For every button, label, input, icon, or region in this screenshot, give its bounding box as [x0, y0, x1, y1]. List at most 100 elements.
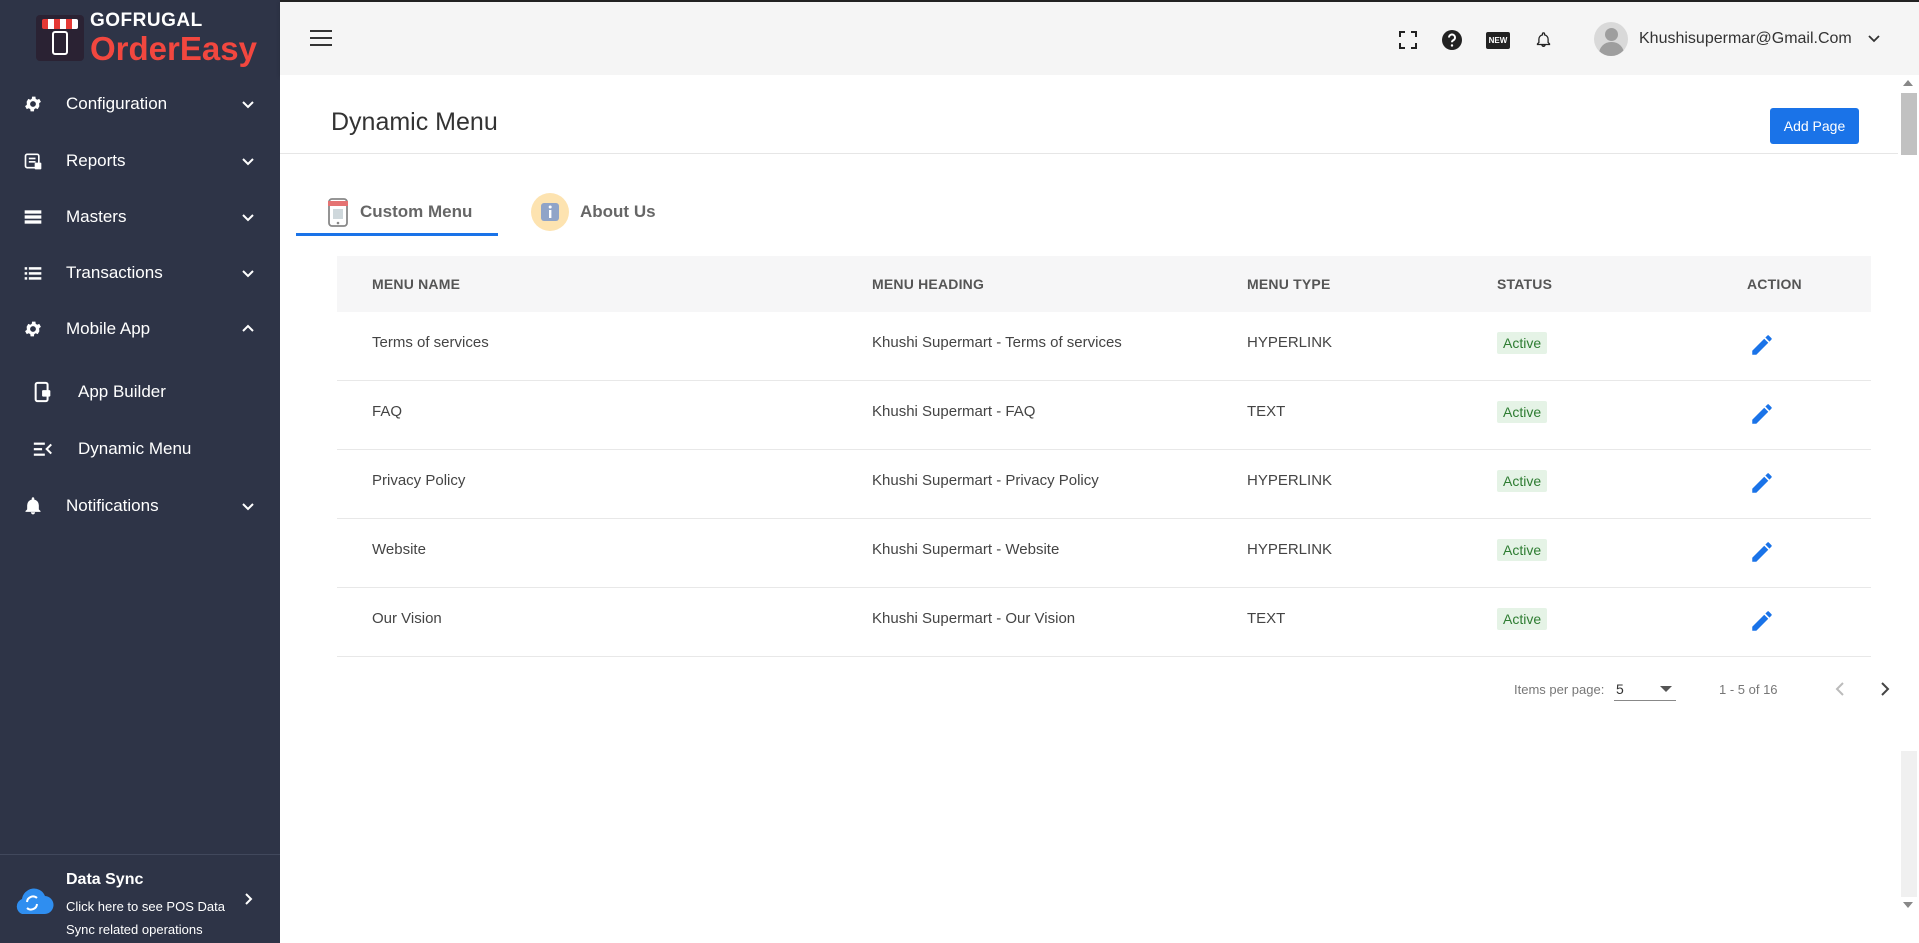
- status-badge: Active: [1497, 401, 1548, 423]
- top-header: NEW Khushisupermar@Gmail.Com: [280, 0, 1919, 75]
- tab-label: About Us: [580, 202, 656, 221]
- brand-logo[interactable]: GOFRUGAL OrderEasy: [0, 0, 280, 76]
- sidebar-item-mobile-app[interactable]: Mobile App: [0, 301, 280, 357]
- chevron-down-icon: [242, 270, 254, 278]
- scrollbar-track: [1901, 751, 1917, 897]
- items-per-page-label: Items per page:: [1514, 682, 1605, 697]
- user-email[interactable]: Khushisupermar@Gmail.Com: [1639, 30, 1852, 48]
- sidebar-item-transactions[interactable]: Transactions: [0, 245, 280, 301]
- sidebar-item-configuration[interactable]: Configuration: [0, 76, 280, 132]
- table-header: MENU NAME MENU HEADING MENU TYPE STATUS …: [337, 256, 1871, 312]
- add-page-button[interactable]: Add Page: [1770, 108, 1859, 144]
- data-sync-panel[interactable]: Data Sync Click here to see POS Data Syn…: [0, 854, 280, 943]
- chevron-down-icon: [242, 503, 254, 511]
- bell-icon[interactable]: [1532, 29, 1554, 51]
- list-icon: [22, 262, 44, 284]
- menu-name-cell: FAQ: [372, 403, 403, 420]
- sidebar-item-app-builder[interactable]: App Builder: [0, 364, 280, 420]
- sidebar-item-label: Masters: [66, 207, 127, 226]
- menu-type-cell: HYPERLINK: [1247, 472, 1333, 489]
- reports-icon: [22, 150, 44, 172]
- tab-custom-menu[interactable]: Custom Menu: [326, 187, 472, 237]
- table-row: Our Vision Khushi Supermart - Our Vision…: [337, 588, 1871, 657]
- custom-menu-icon: [328, 198, 348, 227]
- status-badge: Active: [1497, 539, 1548, 561]
- menu-heading-cell: Khushi Supermart - Our Vision: [872, 610, 1076, 627]
- status-badge: Active: [1497, 332, 1548, 354]
- data-sync-description: Click here to see POS Data Sync related …: [66, 899, 225, 937]
- status-badge: Active: [1497, 470, 1548, 492]
- tab-label: Custom Menu: [360, 202, 473, 221]
- edit-icon[interactable]: [1749, 332, 1775, 358]
- items-per-page-select[interactable]: 5: [1614, 679, 1676, 701]
- scroll-down-icon[interactable]: [1903, 902, 1913, 908]
- masters-icon: [22, 206, 44, 228]
- dynamic-menu-icon: [32, 438, 54, 460]
- menu-name-cell: Privacy Policy: [372, 472, 466, 489]
- edit-icon[interactable]: [1749, 539, 1775, 565]
- divider: [280, 153, 1898, 154]
- items-per-page-value: 5: [1616, 681, 1624, 697]
- edit-icon[interactable]: [1749, 608, 1775, 634]
- table-row: Terms of services Khushi Supermart - Ter…: [337, 312, 1871, 381]
- menu-table: MENU NAME MENU HEADING MENU TYPE STATUS …: [337, 256, 1871, 657]
- page-scrollbar[interactable]: [1898, 75, 1919, 943]
- chevron-down-icon[interactable]: [1868, 34, 1880, 44]
- avatar[interactable]: [1594, 22, 1628, 56]
- chevron-down-icon: [242, 158, 254, 166]
- menu-heading-cell: Khushi Supermart - Website: [872, 541, 1060, 558]
- scrollbar-thumb[interactable]: [1901, 93, 1917, 155]
- status-badge: Active: [1497, 608, 1548, 630]
- next-page-icon[interactable]: [1878, 681, 1892, 697]
- sidebar-item-label: Transactions: [66, 263, 163, 282]
- menu-name-cell: Our Vision: [372, 610, 442, 627]
- menu-name-cell: Website: [372, 541, 426, 558]
- info-icon: [531, 193, 569, 231]
- chevron-down-icon: [242, 101, 254, 109]
- sidebar-item-label: Reports: [66, 151, 126, 170]
- gear-icon: [22, 93, 44, 115]
- menu-toggle-icon[interactable]: [310, 30, 332, 48]
- new-features-icon[interactable]: NEW: [1485, 29, 1511, 51]
- sidebar-item-reports[interactable]: Reports: [0, 133, 280, 189]
- sidebar-item-label: Configuration: [66, 94, 168, 113]
- edit-icon[interactable]: [1749, 470, 1775, 496]
- scroll-up-icon[interactable]: [1903, 80, 1913, 86]
- active-tab-indicator: [296, 233, 498, 236]
- sidebar-item-label: Notifications: [66, 496, 159, 515]
- help-icon[interactable]: [1441, 29, 1463, 51]
- menu-type-cell: HYPERLINK: [1247, 541, 1333, 558]
- tab-about-us[interactable]: About Us: [530, 187, 656, 237]
- column-header: ACTION: [1747, 276, 1802, 292]
- edit-icon[interactable]: [1749, 401, 1775, 427]
- menu-name-cell: Terms of services: [372, 334, 489, 351]
- brand-line2: OrderEasy: [90, 30, 257, 67]
- table-row: Website Khushi Supermart - Website HYPER…: [337, 519, 1871, 588]
- sidebar-item-notifications[interactable]: Notifications: [0, 478, 280, 534]
- chevron-down-icon: [242, 214, 254, 222]
- data-sync-title: Data Sync: [66, 871, 144, 888]
- menu-type-cell: TEXT: [1247, 610, 1286, 627]
- sidebar-item-label: Mobile App: [66, 319, 151, 338]
- chevron-right-icon: [245, 893, 253, 905]
- table-row: Privacy Policy Khushi Supermart - Privac…: [337, 450, 1871, 519]
- pagination-range: 1 - 5 of 16: [1719, 682, 1778, 697]
- menu-heading-cell: Khushi Supermart - Terms of services: [872, 334, 1122, 351]
- column-header: MENU HEADING: [872, 276, 985, 292]
- sidebar-item-masters[interactable]: Masters: [0, 189, 280, 245]
- table-row: FAQ Khushi Supermart - FAQ TEXT Active: [337, 381, 1871, 450]
- dropdown-caret-icon: [1660, 686, 1672, 692]
- main-content: Dynamic Menu Add Page Custom Menu About …: [280, 75, 1898, 943]
- page-title: Dynamic Menu: [331, 108, 498, 136]
- sidebar-item-label: Dynamic Menu: [78, 439, 192, 458]
- gear-icon: [22, 318, 44, 340]
- menu-heading-cell: Khushi Supermart - Privacy Policy: [872, 472, 1099, 489]
- column-header: MENU NAME: [372, 276, 461, 292]
- sidebar-item-dynamic-menu[interactable]: Dynamic Menu: [0, 421, 280, 477]
- previous-page-icon[interactable]: [1833, 681, 1847, 697]
- bell-icon: [22, 495, 44, 517]
- app-builder-icon: [32, 381, 54, 403]
- sidebar: GOFRUGAL OrderEasy Configuration Reports…: [0, 0, 280, 943]
- fullscreen-icon[interactable]: [1397, 29, 1419, 51]
- new-badge: NEW: [1486, 31, 1510, 49]
